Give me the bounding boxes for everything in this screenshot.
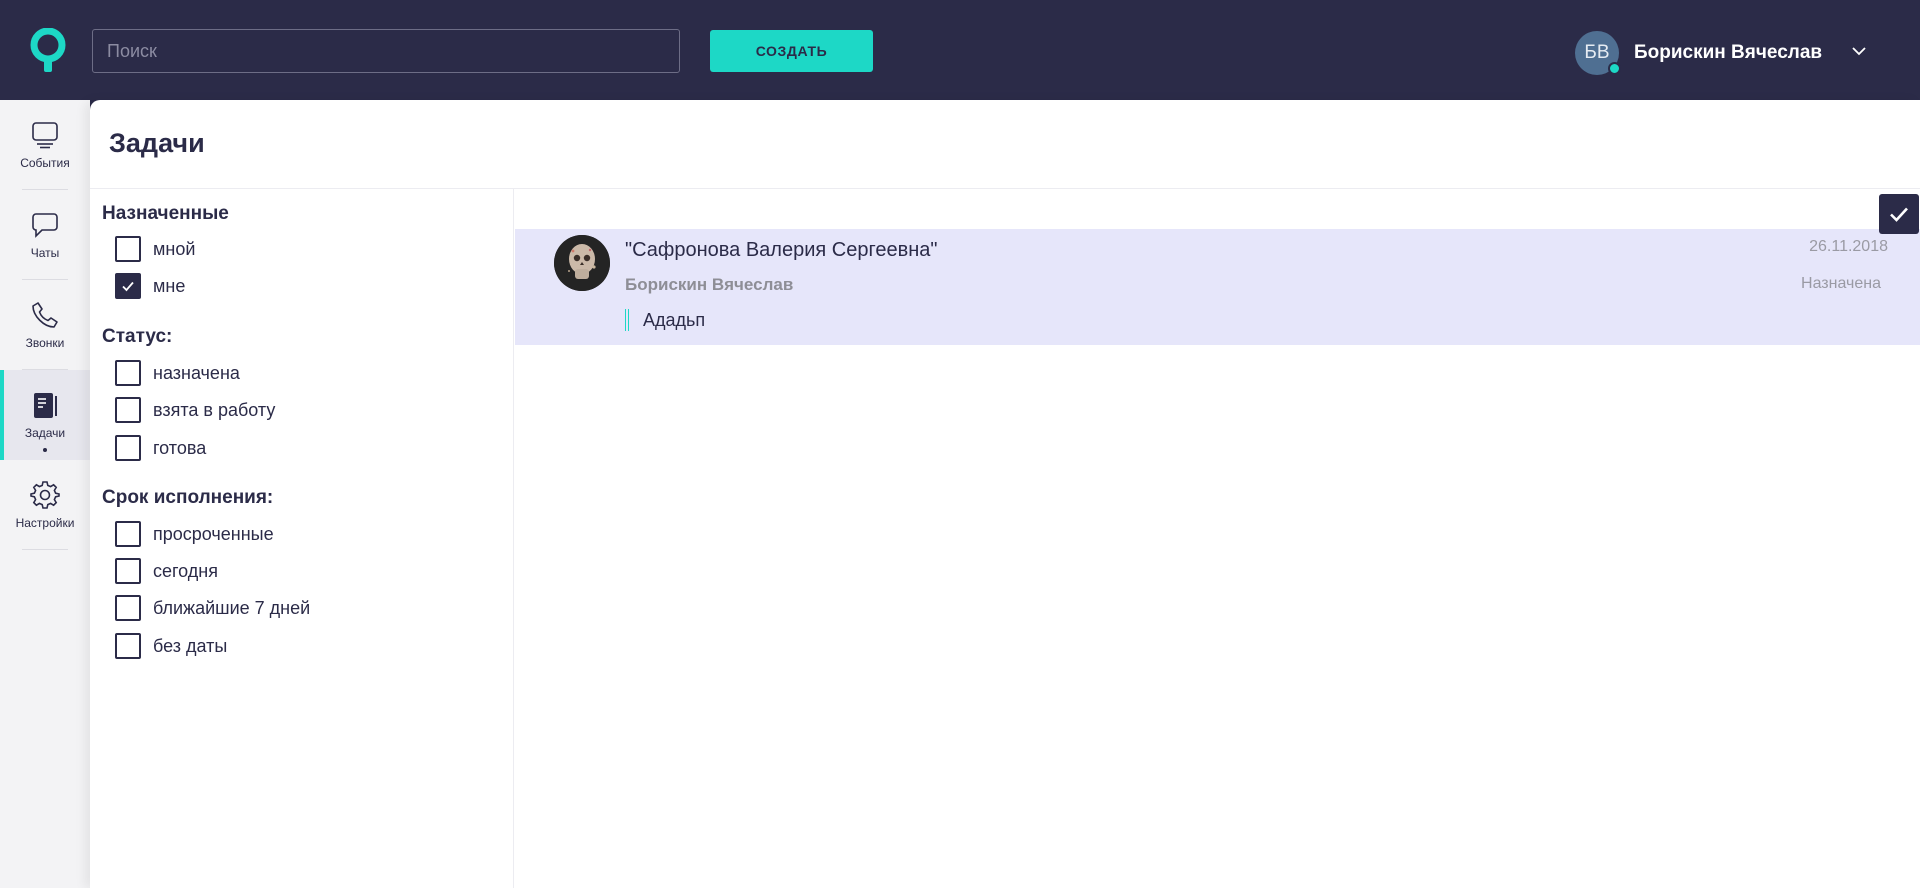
- sidebar-item-label: Чаты: [30, 246, 60, 260]
- filter-option-label: ближайшие 7 дней: [153, 597, 311, 618]
- sidebar-item-label: События: [20, 156, 70, 170]
- phone-icon: [32, 302, 58, 328]
- chevron-down-icon[interactable]: [1850, 42, 1868, 60]
- sidebar-item-label: Звонки: [25, 336, 65, 350]
- task-status: Назначена: [1801, 275, 1881, 292]
- filter-option-label: взята в работу: [153, 399, 276, 420]
- task-date: 26.11.2018: [1809, 238, 1888, 255]
- filter-group-title: Статус:: [102, 326, 173, 347]
- top-bar: СОЗДАТЬ БВ Борискин Вячеслав: [0, 0, 1920, 100]
- filter-option[interactable]: мной: [115, 235, 195, 263]
- filter-group-title: Срок исполнения:: [102, 487, 274, 508]
- task-list-icon: [34, 393, 57, 418]
- task-author: Борискин Вячеслав: [625, 275, 794, 294]
- sidebar-item-label: Задачи: [24, 426, 66, 440]
- search-input[interactable]: [92, 29, 680, 73]
- active-indicator: [0, 370, 4, 460]
- filter-option[interactable]: ближайшие 7 дней: [115, 594, 310, 622]
- monitor-icon: [32, 122, 58, 149]
- filter-option-label: назначена: [153, 362, 240, 383]
- checkbox[interactable]: [115, 558, 141, 584]
- checkbox[interactable]: [115, 633, 141, 659]
- filter-option[interactable]: просроченные: [115, 520, 274, 548]
- checkbox[interactable]: [115, 595, 141, 621]
- gear-icon: [30, 481, 60, 509]
- filter-option[interactable]: готова: [115, 434, 206, 462]
- filter-group-title: Назначенные: [102, 203, 229, 224]
- filter-option-label: мне: [153, 275, 186, 296]
- sidebar-item-calls[interactable]: Звонки: [0, 280, 90, 370]
- task-list: "Сафронова Валерия Сергеевна" Борискин В…: [515, 189, 1920, 888]
- task-title[interactable]: "Сафронова Валерия Сергеевна": [625, 239, 937, 262]
- main-content: Задачи Назначенные мной мне Статус: назн…: [90, 100, 1920, 888]
- filter-option-label: просроченные: [153, 523, 274, 544]
- filter-option[interactable]: назначена: [115, 359, 240, 387]
- user-name[interactable]: Борискин Вячеслав: [1634, 42, 1822, 64]
- sidebar-item-settings[interactable]: Настройки: [0, 460, 90, 550]
- checkbox[interactable]: [115, 435, 141, 461]
- filters-panel: Назначенные мной мне Статус: назначена в…: [90, 189, 514, 888]
- filter-option-label: сегодня: [153, 560, 218, 581]
- filter-option[interactable]: сегодня: [115, 557, 218, 585]
- check-icon: [122, 281, 134, 292]
- sidebar-item-tasks[interactable]: Задачи: [0, 370, 90, 460]
- task-item[interactable]: "Сафронова Валерия Сергеевна" Борискин В…: [515, 229, 1920, 345]
- chat-bubble-icon: [32, 213, 58, 238]
- task-description: Ададьп: [625, 309, 705, 331]
- filter-option[interactable]: без даты: [115, 632, 227, 660]
- checkbox[interactable]: [115, 521, 141, 547]
- task-avatar: [554, 235, 610, 291]
- checkbox[interactable]: [115, 360, 141, 386]
- filter-option-label: мной: [153, 238, 196, 259]
- checkbox[interactable]: [115, 397, 141, 423]
- divider: [22, 549, 68, 550]
- sidebar-item-events[interactable]: События: [0, 100, 90, 190]
- complete-task-button[interactable]: [1879, 194, 1919, 234]
- page-title: Задачи: [109, 128, 205, 158]
- sidebar: События Чаты Звонки Задачи Настройки: [0, 100, 90, 888]
- create-button[interactable]: СОЗДАТЬ: [710, 30, 873, 72]
- online-status-dot: [1608, 62, 1621, 75]
- skull-avatar-icon: [554, 235, 610, 291]
- sidebar-item-label: Настройки: [15, 516, 75, 530]
- filter-option[interactable]: мне: [115, 272, 185, 300]
- logo-icon[interactable]: [30, 28, 66, 74]
- filter-option-label: готова: [153, 437, 207, 458]
- checkbox[interactable]: [115, 236, 141, 262]
- filter-option-label: без даты: [153, 635, 228, 656]
- user-avatar[interactable]: БВ: [1575, 31, 1621, 75]
- checkbox-checked[interactable]: [115, 273, 141, 299]
- check-icon: [1890, 207, 1908, 222]
- active-dot: [43, 448, 47, 452]
- sidebar-item-chats[interactable]: Чаты: [0, 190, 90, 280]
- filter-option[interactable]: взята в работу: [115, 396, 275, 424]
